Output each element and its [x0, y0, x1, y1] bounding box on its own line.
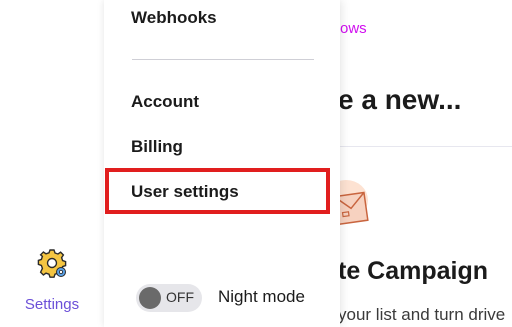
night-mode-row: OFF Night mode — [136, 284, 336, 312]
toggle-knob — [139, 287, 161, 309]
settings-nav-label: Settings — [24, 296, 80, 313]
workflows-link[interactable]: ows — [340, 20, 367, 37]
envelope-illustration-icon — [340, 178, 374, 234]
menu-divider — [132, 59, 314, 60]
toggle-state-text: OFF — [166, 289, 194, 305]
menu-item-webhooks[interactable]: Webhooks — [131, 8, 217, 28]
night-mode-toggle[interactable]: OFF — [136, 284, 202, 312]
page-heading: e a new... — [340, 84, 462, 115]
menu-item-account[interactable]: Account — [131, 92, 199, 112]
heading-divider — [340, 146, 512, 147]
gear-icon — [37, 248, 67, 278]
menu-item-billing[interactable]: Billing — [131, 137, 183, 157]
settings-flyout-menu: Webhooks Account Billing User settings O… — [104, 0, 340, 327]
left-rail: Settings — [0, 0, 104, 327]
night-mode-label: Night mode — [218, 287, 305, 306]
background-page: ows e a new... te Campaign your list and… — [340, 0, 512, 327]
campaign-card-description: your list and turn drive — [340, 305, 506, 324]
settings-nav-item[interactable]: Settings — [10, 246, 94, 320]
campaign-card-title[interactable]: te Campaign — [340, 257, 488, 286]
menu-item-user-settings[interactable]: User settings — [131, 182, 239, 202]
